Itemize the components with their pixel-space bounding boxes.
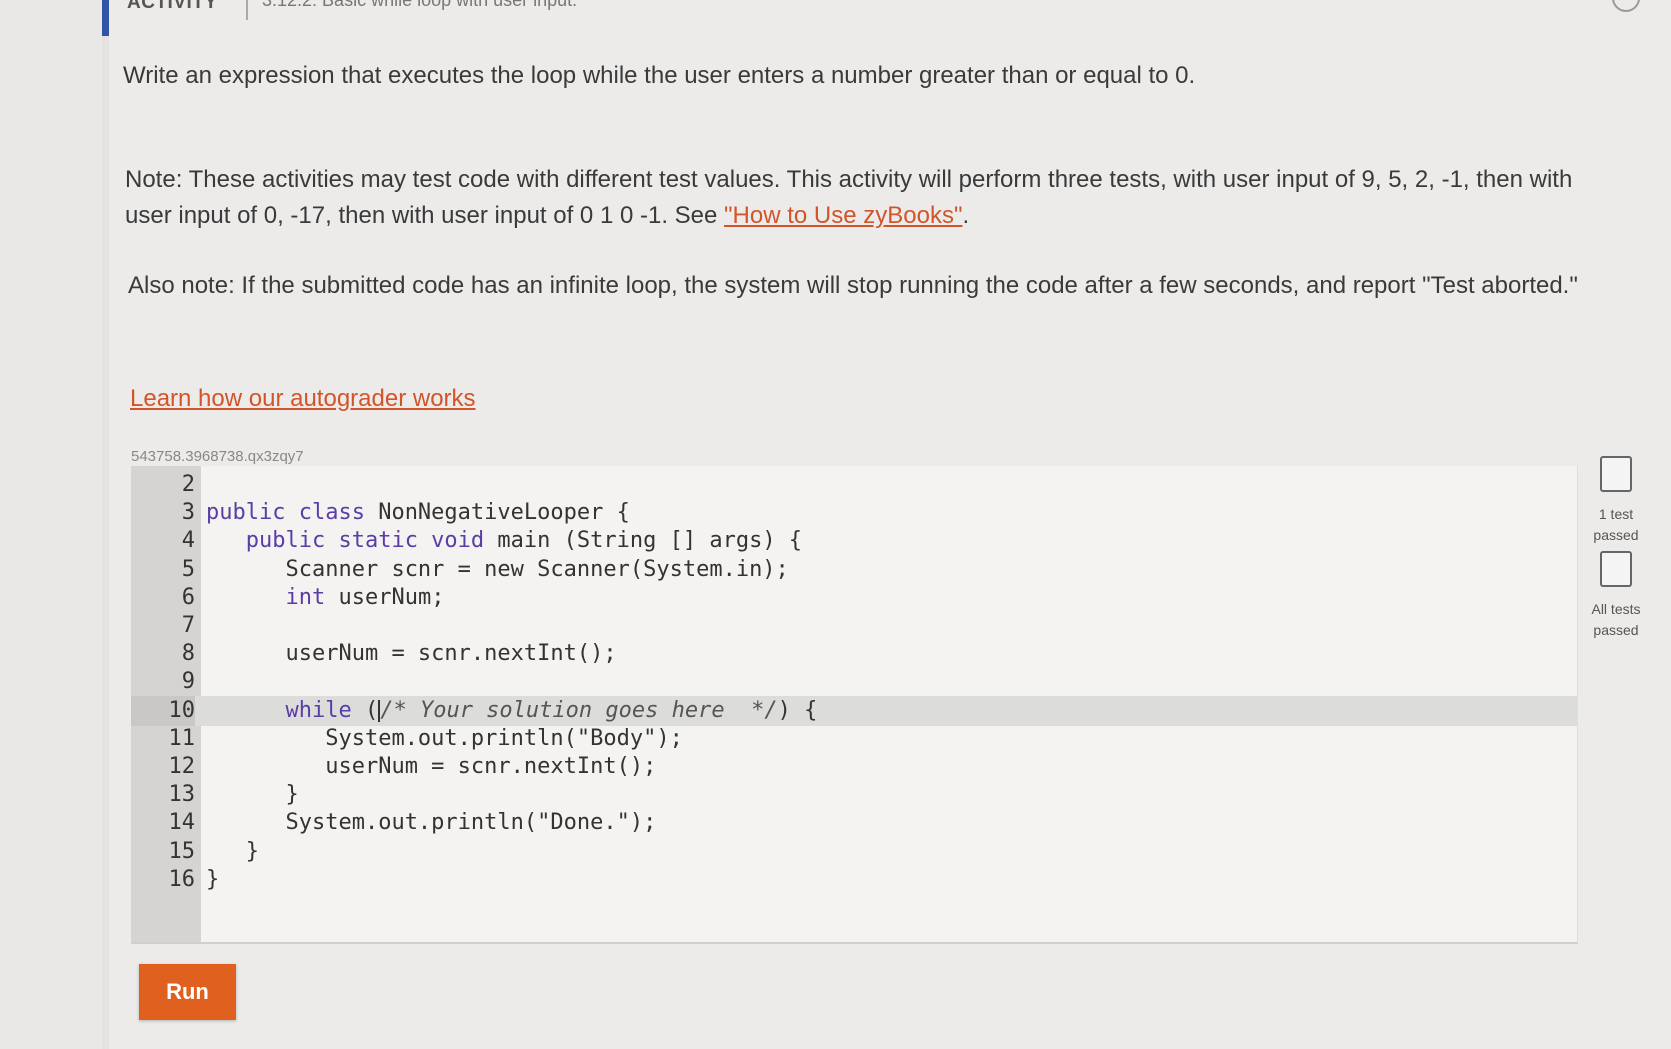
line-number: 2 bbox=[181, 472, 195, 497]
line-number: 7 bbox=[181, 613, 195, 638]
code-line[interactable]: 10 while (/* Your solution goes here */)… bbox=[131, 695, 1577, 726]
line-number: 4 bbox=[181, 528, 195, 554]
code-line[interactable]: 4 public static void main (String [] arg… bbox=[131, 526, 1577, 556]
note-text-end: . bbox=[962, 202, 970, 229]
run-button[interactable]: Run bbox=[139, 964, 236, 1020]
code-line[interactable]: 5 Scanner scnr = new Scanner(System.in); bbox=[131, 555, 1577, 585]
line-number: 12 bbox=[168, 754, 196, 779]
solution-placeholder-comment[interactable]: /* Your solution goes here */ bbox=[380, 698, 777, 723]
all-tests-checkbox-icon bbox=[1600, 551, 1632, 587]
header-separator bbox=[246, 0, 248, 20]
activity-accent-bar bbox=[102, 0, 109, 36]
code-keyword: while bbox=[285, 697, 352, 723]
code-line[interactable]: 6 int userNum; bbox=[131, 583, 1577, 613]
code-line[interactable]: 8 userNum = scnr.nextInt(); bbox=[131, 639, 1577, 669]
code-text[interactable]: public class NonNegativeLooper { bbox=[206, 498, 630, 528]
code-line[interactable]: 12 userNum = scnr.nextInt(); bbox=[131, 752, 1577, 782]
code-text[interactable]: public static void main (String [] args)… bbox=[206, 526, 802, 556]
line-number: 16 bbox=[168, 866, 196, 892]
line-number: 11 bbox=[168, 725, 196, 751]
activity-title: 3.12.2: Basic while loop with user input… bbox=[262, 0, 578, 10]
code-line[interactable]: 13 } bbox=[131, 780, 1577, 810]
code-text[interactable]: int userNum; bbox=[206, 583, 444, 613]
code-line[interactable]: 3 public class NonNegativeLooper { bbox=[131, 498, 1577, 528]
code-text[interactable]: } bbox=[206, 780, 298, 810]
instruction-text: Write an expression that executes the lo… bbox=[123, 62, 1196, 89]
code-text[interactable]: System.out.println("Body"); bbox=[206, 724, 683, 754]
autograder-link[interactable]: Learn how our autograder works bbox=[130, 385, 476, 413]
line-number: 10 bbox=[131, 695, 195, 726]
line-number: 9 bbox=[181, 669, 195, 695]
code-text[interactable]: Scanner scnr = new Scanner(System.in); bbox=[206, 555, 788, 585]
left-margin bbox=[0, 0, 102, 1049]
code-line[interactable]: 14 System.out.println("Done."); bbox=[131, 808, 1577, 838]
code-text[interactable]: userNum = scnr.nextInt(); bbox=[206, 639, 616, 669]
line-number: 3 bbox=[181, 500, 195, 526]
code-line[interactable]: 7 bbox=[131, 611, 1577, 641]
editor-id: 543758.3968738.qx3zqy7 bbox=[131, 448, 304, 465]
code-keyword: int bbox=[285, 584, 326, 610]
code-text[interactable]: } bbox=[206, 837, 259, 867]
code-line[interactable]: 9 bbox=[131, 667, 1577, 697]
line-number: 6 bbox=[181, 584, 195, 610]
code-text[interactable]: System.out.println("Done."); bbox=[206, 808, 656, 838]
code-line[interactable]: 11 System.out.println("Body"); bbox=[131, 724, 1577, 754]
activity-label: ACTIVITY bbox=[127, 0, 218, 13]
code-text[interactable]: } bbox=[206, 865, 219, 895]
test-result-1: 1 test passed bbox=[1580, 456, 1652, 546]
code-line[interactable]: 2 bbox=[131, 470, 1577, 500]
line-number: 8 bbox=[181, 641, 195, 667]
test-result-all: All tests passed bbox=[1580, 551, 1652, 641]
how-to-use-zybooks-link[interactable]: "How to Use zyBooks" bbox=[724, 202, 962, 229]
code-keyword: public static void bbox=[245, 528, 485, 554]
code-line[interactable]: 16} bbox=[131, 865, 1577, 895]
line-number: 13 bbox=[168, 782, 196, 808]
code-line[interactable]: 15 } bbox=[131, 837, 1577, 867]
line-number: 15 bbox=[168, 838, 196, 864]
code-keyword: public class bbox=[206, 500, 365, 526]
code-text[interactable]: userNum = scnr.nextInt(); bbox=[206, 752, 656, 782]
line-number: 5 bbox=[181, 556, 195, 582]
test1-label: 1 test passed bbox=[1593, 506, 1639, 543]
all-tests-label: All tests passed bbox=[1591, 601, 1641, 638]
code-text[interactable]: while (/* Your solution goes here */) { bbox=[206, 696, 817, 726]
note-text: Note: These activities may test code wit… bbox=[125, 162, 1585, 234]
infinite-loop-note: Also note: If the submitted code has an … bbox=[128, 272, 1578, 299]
code-editor[interactable]: 2 3 public class NonNegativeLooper {4 publ… bbox=[131, 466, 1578, 944]
test1-checkbox-icon bbox=[1600, 456, 1632, 492]
line-number: 14 bbox=[168, 810, 196, 836]
